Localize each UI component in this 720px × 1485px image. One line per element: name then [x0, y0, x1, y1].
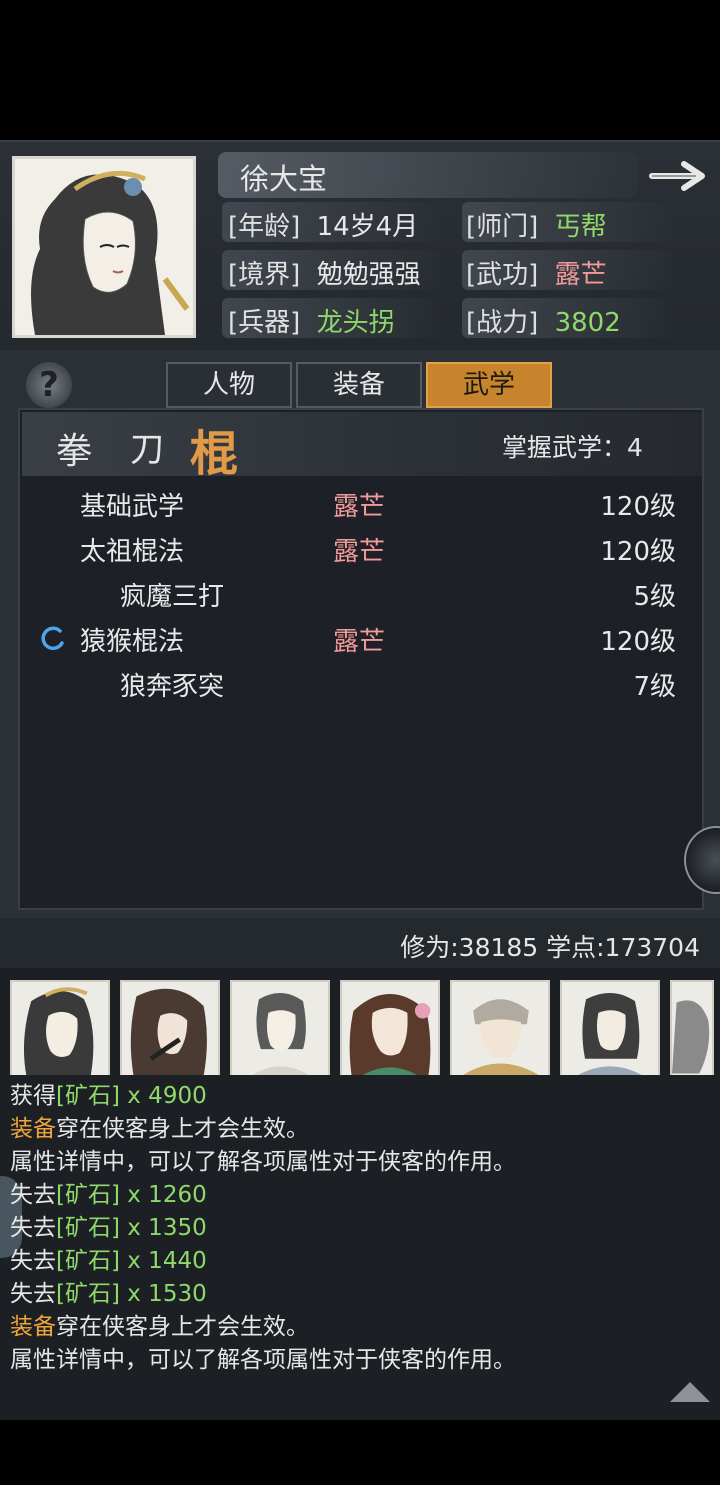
skill-row[interactable]: 狼奔豕突 7级	[0, 666, 720, 706]
category-staff[interactable]: 棍	[190, 414, 238, 484]
skill-level: 7级	[633, 672, 676, 702]
stat-value: 丐帮	[554, 212, 607, 242]
log-segment: 失去	[10, 1248, 56, 1274]
triangle-up-icon[interactable]	[668, 1380, 712, 1404]
log-segment: 失去	[10, 1281, 56, 1307]
log-segment: 失去	[10, 1215, 56, 1241]
skill-name: 猿猴棍法	[80, 627, 185, 657]
log-segment: x 4900	[119, 1083, 207, 1109]
log-segment: [矿石]	[56, 1215, 120, 1241]
skill-tier: 露芒	[333, 537, 386, 567]
skill-row[interactable]: 基础武学 露芒 120级	[0, 486, 720, 526]
log-line: 装备穿在侠客身上才会生效。	[10, 1109, 309, 1143]
log-line: 获得[矿石] x 4900	[10, 1076, 207, 1110]
arrow-right-icon	[649, 161, 705, 191]
log-segment: 失去	[10, 1182, 56, 1208]
cultivation-points: 修为:38185 学点:173704	[400, 933, 700, 962]
skill-tier: 露芒	[333, 492, 386, 522]
next-character-button[interactable]	[648, 156, 712, 196]
stat-label: [年龄]	[228, 212, 301, 242]
skill-level: 5级	[633, 582, 676, 612]
skill-level: 120级	[600, 627, 676, 657]
portrait-illustration	[576, 992, 644, 1076]
log-segment: [矿石]	[56, 1281, 120, 1307]
skill-row[interactable]: 太祖棍法 露芒 120级	[0, 531, 720, 571]
skill-name: 太祖棍法	[80, 537, 185, 567]
stat-sect: [师门] 丐帮	[466, 206, 607, 243]
stat-label: [师门]	[466, 212, 539, 242]
party-member-portrait[interactable]	[230, 980, 330, 1078]
party-member-portrait[interactable]	[340, 980, 440, 1078]
skill-name: 基础武学	[80, 492, 185, 522]
portrait-illustration	[130, 988, 207, 1076]
skill-name: 疯魔三打	[120, 582, 225, 612]
log-segment: 穿在侠客身上才会生效。	[56, 1116, 309, 1142]
character-portrait[interactable]	[12, 156, 196, 338]
skill-name: 狼奔豕突	[120, 672, 225, 702]
portrait-illustration	[461, 999, 541, 1076]
stat-value: 露芒	[554, 260, 607, 290]
log-segment: 穿在侠客身上才会生效。	[56, 1314, 309, 1340]
portrait-illustration	[349, 993, 431, 1076]
stat-power: [战力] 3802	[466, 302, 621, 339]
portrait-illustration	[672, 1000, 710, 1074]
character-name: 徐大宝	[240, 162, 328, 196]
tab-character[interactable]: 人物	[166, 362, 292, 408]
stat-label: [战力]	[466, 308, 539, 338]
category-blade[interactable]: 刀	[130, 422, 164, 471]
stat-label: [武功]	[466, 260, 539, 290]
log-segment: 装备	[10, 1314, 56, 1340]
category-fist[interactable]: 拳	[56, 422, 92, 474]
log-line: 失去[矿石] x 1260	[10, 1175, 207, 1209]
stat-martial: [武功] 露芒	[466, 254, 607, 291]
party-member-portrait[interactable]	[120, 980, 220, 1078]
party-member-portrait[interactable]	[450, 980, 550, 1078]
log-segment: 装备	[10, 1116, 56, 1142]
log-line: 失去[矿石] x 1530	[10, 1274, 207, 1308]
portrait-illustration	[15, 159, 193, 335]
stat-value: 14岁4月	[316, 212, 419, 242]
log-segment: 属性详情中，可以了解各项属性对于侠客的作用。	[10, 1149, 516, 1175]
skill-row[interactable]: 疯魔三打 5级	[0, 576, 720, 616]
log-line: 失去[矿石] x 1440	[10, 1241, 207, 1275]
stat-value: 3802	[554, 308, 621, 338]
log-line: 属性详情中，可以了解各项属性对于侠客的作用。	[10, 1340, 516, 1374]
party-member-portrait[interactable]	[670, 980, 714, 1078]
log-line: 失去[矿石] x 1350	[10, 1208, 207, 1242]
stat-value: 勉勉强强	[316, 260, 421, 290]
mastered-count: 掌握武学：4	[502, 433, 643, 462]
log-segment: 获得	[10, 1083, 56, 1109]
tab-equipment[interactable]: 装备	[296, 362, 422, 408]
log-segment: 属性详情中，可以了解各项属性对于侠客的作用。	[10, 1347, 516, 1373]
skill-row[interactable]: 猿猴棍法 露芒 120级	[0, 621, 720, 661]
portrait-illustration	[23, 987, 94, 1076]
stat-realm: [境界] 勉勉强强	[228, 254, 421, 291]
log-line: 属性详情中，可以了解各项属性对于侠客的作用。	[10, 1142, 516, 1176]
stat-label: [兵器]	[228, 308, 301, 338]
stat-weapon: [兵器] 龙头拐	[228, 302, 395, 339]
skill-tier: 露芒	[333, 627, 386, 657]
party-member-portrait[interactable]	[10, 980, 110, 1078]
portrait-illustration	[251, 992, 311, 1076]
log-segment: [矿石]	[56, 1083, 120, 1109]
log-segment: x 1530	[119, 1281, 207, 1307]
loading-spinner-icon	[41, 626, 64, 651]
log-line: 装备穿在侠客身上才会生效。	[10, 1307, 309, 1341]
stat-label: [境界]	[228, 260, 301, 290]
bottom-letterbox	[0, 1420, 720, 1485]
question-icon[interactable]: ?	[26, 362, 72, 408]
top-letterbox	[0, 0, 720, 140]
stat-age: [年龄] 14岁4月	[228, 206, 418, 243]
log-segment: [矿石]	[56, 1182, 120, 1208]
skill-level: 120级	[600, 537, 676, 567]
log-segment: x 1350	[119, 1215, 207, 1241]
tab-martial-arts[interactable]: 武学	[426, 362, 552, 408]
log-segment: x 1440	[119, 1248, 207, 1274]
log-segment: x 1260	[119, 1182, 207, 1208]
party-member-portrait[interactable]	[560, 980, 660, 1078]
log-segment: [矿石]	[56, 1248, 120, 1274]
stat-value: 龙头拐	[316, 308, 395, 338]
skill-level: 120级	[600, 492, 676, 522]
